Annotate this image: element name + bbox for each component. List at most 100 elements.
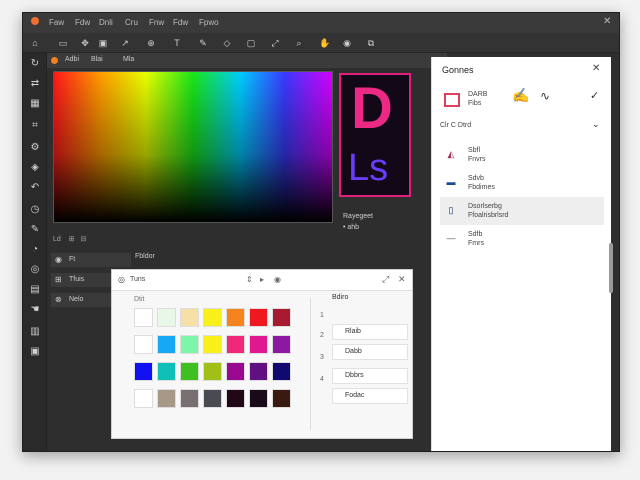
option-item[interactable]: Blai: [91, 56, 103, 63]
color-swatch[interactable]: [134, 389, 153, 408]
move-icon[interactable]: ✥: [79, 37, 91, 49]
close-icon[interactable]: ✕: [592, 63, 600, 74]
shape-icon[interactable]: ◇: [221, 37, 233, 49]
menu-item[interactable]: Fdw: [75, 18, 90, 27]
text-icon[interactable]: T: [171, 37, 183, 49]
right-panel-item[interactable]: ▯ Dsorlserbg Ffoalrisbrlsrd: [440, 197, 604, 225]
rotate-icon[interactable]: ↻: [28, 57, 42, 71]
menu-item[interactable]: Dnli: [99, 18, 113, 27]
grid-alt-icon[interactable]: ⊟: [81, 236, 87, 243]
color-swatch[interactable]: [134, 335, 153, 354]
color-swatch[interactable]: [134, 362, 153, 381]
color-swatch[interactable]: [157, 335, 176, 354]
scrollbar[interactable]: [609, 243, 613, 293]
drop-icon[interactable]: ◈: [28, 161, 42, 175]
color-swatch[interactable]: [157, 362, 176, 381]
color-swatch[interactable]: [249, 362, 268, 381]
list-item[interactable]: Dbbrs: [332, 368, 408, 384]
grid-icon[interactable]: ⊞: [69, 236, 75, 243]
lock-icon[interactable]: ▣: [28, 345, 42, 359]
color-swatch[interactable]: [272, 308, 291, 327]
crop-icon[interactable]: ⌗: [28, 119, 42, 133]
move-icon[interactable]: ⊕: [145, 37, 157, 49]
color-swatch[interactable]: [203, 362, 222, 381]
zoom-icon[interactable]: ⌕: [293, 37, 305, 49]
transform-icon[interactable]: ⤢: [269, 37, 281, 49]
brush-icon[interactable]: ✎: [28, 223, 42, 237]
list-num: 1: [320, 312, 324, 319]
menubar: Faw Fdw Dnli Cru Fnw Fdw Fpwo ✕: [23, 13, 619, 33]
menu-item[interactable]: Fpwo: [199, 18, 219, 27]
left-panel-item[interactable]: ◉ Ft: [51, 253, 131, 267]
target-icon[interactable]: ◉: [274, 275, 281, 284]
hand-icon[interactable]: ☚: [28, 303, 42, 317]
chevron-down-icon[interactable]: ⌄: [592, 119, 600, 130]
undo-icon[interactable]: ↶: [28, 181, 42, 195]
color-swatch[interactable]: [249, 335, 268, 354]
color-swatch[interactable]: [134, 308, 153, 327]
color-swatch[interactable]: [180, 389, 199, 408]
color-swatch[interactable]: [203, 308, 222, 327]
color-swatch[interactable]: [157, 389, 176, 408]
close-icon[interactable]: ✕: [398, 274, 406, 285]
signature-icon: ∿: [540, 89, 551, 103]
color-swatch[interactable]: [226, 362, 245, 381]
color-swatch[interactable]: [226, 308, 245, 327]
chart-icon[interactable]: ▤: [28, 283, 42, 297]
arrow-icon[interactable]: ↗: [119, 37, 131, 49]
move-icon[interactable]: ⇄: [28, 77, 42, 91]
color-swatch[interactable]: [249, 308, 268, 327]
list-item[interactable]: Fodac: [332, 388, 408, 404]
option-item[interactable]: Adbi: [65, 56, 79, 63]
menu-item[interactable]: Cru: [125, 18, 138, 27]
clock-icon[interactable]: ◔: [28, 243, 42, 257]
pan-icon[interactable]: ✋: [319, 37, 331, 49]
close-window-icon[interactable]: ✕: [603, 16, 611, 27]
play-icon[interactable]: ▸: [260, 275, 264, 284]
right-panel-item[interactable]: ▬ Sdvb Fbdimes: [440, 169, 604, 197]
color-swatch[interactable]: [203, 389, 222, 408]
right-panel-item[interactable]: ◭ Sbfl Fnvrs: [440, 141, 604, 169]
expand-icon[interactable]: ⤢: [382, 274, 389, 285]
right-panel: Gonnes ✕ DARB Fibs ✍ ∿ ✓ Clr C Dtrd ⌄ ◭ S…: [431, 57, 611, 451]
frame-icon[interactable]: ⧉: [365, 37, 377, 49]
option-item[interactable]: Mla: [123, 56, 134, 63]
color-swatch[interactable]: [272, 335, 291, 354]
menu-item[interactable]: Fdw: [173, 18, 188, 27]
image-icon[interactable]: ▣: [97, 37, 109, 49]
palette-icon: ◎: [118, 275, 125, 284]
right-panel-item[interactable]: DARB Fibs ✍ ∿ ✓: [440, 85, 604, 113]
color-swatch[interactable]: [157, 308, 176, 327]
color-swatch[interactable]: [180, 308, 199, 327]
divider: [310, 298, 311, 430]
sort-icon[interactable]: ⇕: [246, 275, 253, 284]
frame-icon[interactable]: ▢: [245, 37, 257, 49]
preview-icon[interactable]: ◉: [341, 37, 353, 49]
settings-icon[interactable]: ⚙: [28, 141, 42, 155]
history-icon[interactable]: ◷: [28, 203, 42, 217]
logo-preview: D Ls: [339, 73, 411, 197]
app-logo-icon: [31, 17, 39, 25]
color-swatch[interactable]: [249, 389, 268, 408]
color-swatch[interactable]: [203, 335, 222, 354]
right-panel-item[interactable]: — Sdfb Fmrs: [440, 225, 604, 253]
list-num: 2: [320, 332, 324, 339]
color-swatch[interactable]: [180, 362, 199, 381]
menu-item[interactable]: Faw: [49, 18, 64, 27]
home-icon[interactable]: ⌂: [29, 37, 41, 49]
list-item[interactable]: Rlaib: [332, 324, 408, 340]
layers-icon[interactable]: ▦: [28, 97, 42, 111]
color-canvas[interactable]: [53, 71, 333, 223]
brush-icon[interactable]: ✎: [197, 37, 209, 49]
color-swatch[interactable]: [272, 362, 291, 381]
color-swatch[interactable]: [180, 335, 199, 354]
menu-item[interactable]: Fnw: [149, 18, 164, 27]
list-item[interactable]: Dabb: [332, 344, 408, 360]
layers-icon[interactable]: ▭: [57, 37, 69, 49]
eye-icon[interactable]: ◎: [28, 263, 42, 277]
line-icon: —: [446, 233, 456, 243]
color-swatch[interactable]: [226, 335, 245, 354]
color-swatch[interactable]: [226, 389, 245, 408]
gradient-icon[interactable]: ▥: [28, 325, 42, 339]
color-swatch[interactable]: [272, 389, 291, 408]
